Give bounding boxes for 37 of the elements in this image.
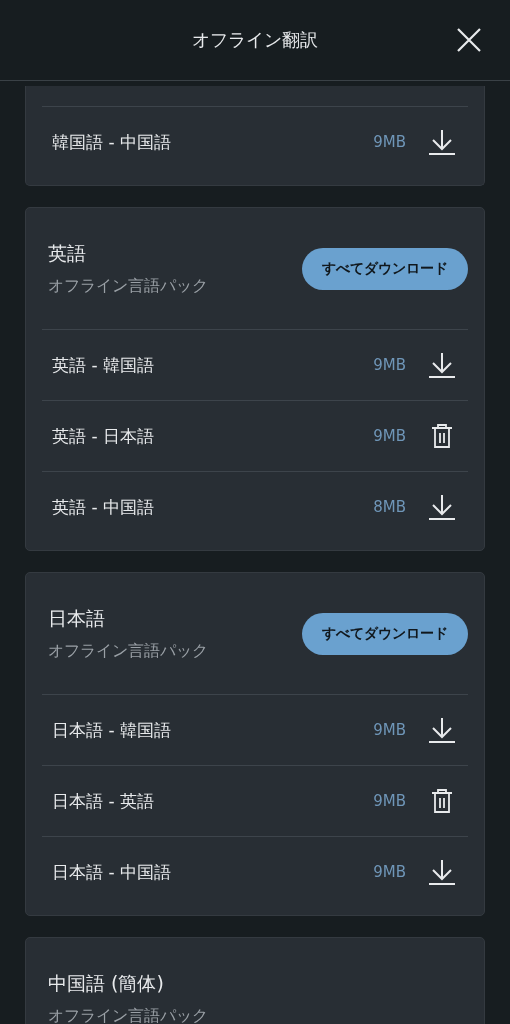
download-button[interactable] (426, 858, 458, 886)
language-pair-label: 日本語 - 中国語 (52, 860, 172, 884)
language-pair-label: 英語 - 日本語 (52, 424, 155, 448)
download-all-button[interactable]: すべてダウンロード (302, 247, 468, 290)
pack-size: 9MB (373, 356, 406, 374)
language-pair-label: 日本語 - 韓国語 (52, 718, 172, 742)
pack-size: 9MB (373, 133, 406, 151)
download-button[interactable] (426, 128, 458, 156)
trash-icon (431, 423, 453, 449)
pack-subtitle: オフライン言語パック (48, 275, 208, 297)
screen-title: オフライン翻訳 (192, 28, 318, 52)
language-pair-label: 英語 - 韓国語 (52, 353, 155, 377)
download-all-button[interactable]: すべてダウンロード (302, 612, 468, 655)
pack-size: 9MB (373, 721, 406, 739)
pack-size: 9MB (373, 792, 406, 810)
pack-subtitle: オフライン言語パック (48, 640, 208, 662)
download-button[interactable] (426, 716, 458, 744)
pack-size: 9MB (373, 863, 406, 881)
close-button[interactable] (456, 27, 482, 53)
download-icon (428, 858, 456, 886)
pack-size: 9MB (373, 427, 406, 445)
download-icon (428, 128, 456, 156)
download-icon (428, 351, 456, 379)
pack-title: 英語 (48, 240, 87, 266)
language-pair-label: 日本語 - 英語 (52, 789, 155, 813)
close-icon (456, 27, 482, 53)
pack-size: 8MB (373, 498, 406, 516)
pack-title: 日本語 (48, 605, 106, 631)
pack-subtitle: オフライン言語パック (48, 1005, 208, 1024)
language-pair-label: 韓国語 - 中国語 (52, 130, 172, 154)
language-pair-label: 英語 - 中国語 (52, 495, 155, 519)
download-button[interactable] (426, 351, 458, 379)
download-icon (428, 716, 456, 744)
download-button[interactable] (426, 493, 458, 521)
pack-title: 中国語 (簡体) (48, 970, 165, 996)
trash-icon (431, 788, 453, 814)
download-icon (428, 493, 456, 521)
